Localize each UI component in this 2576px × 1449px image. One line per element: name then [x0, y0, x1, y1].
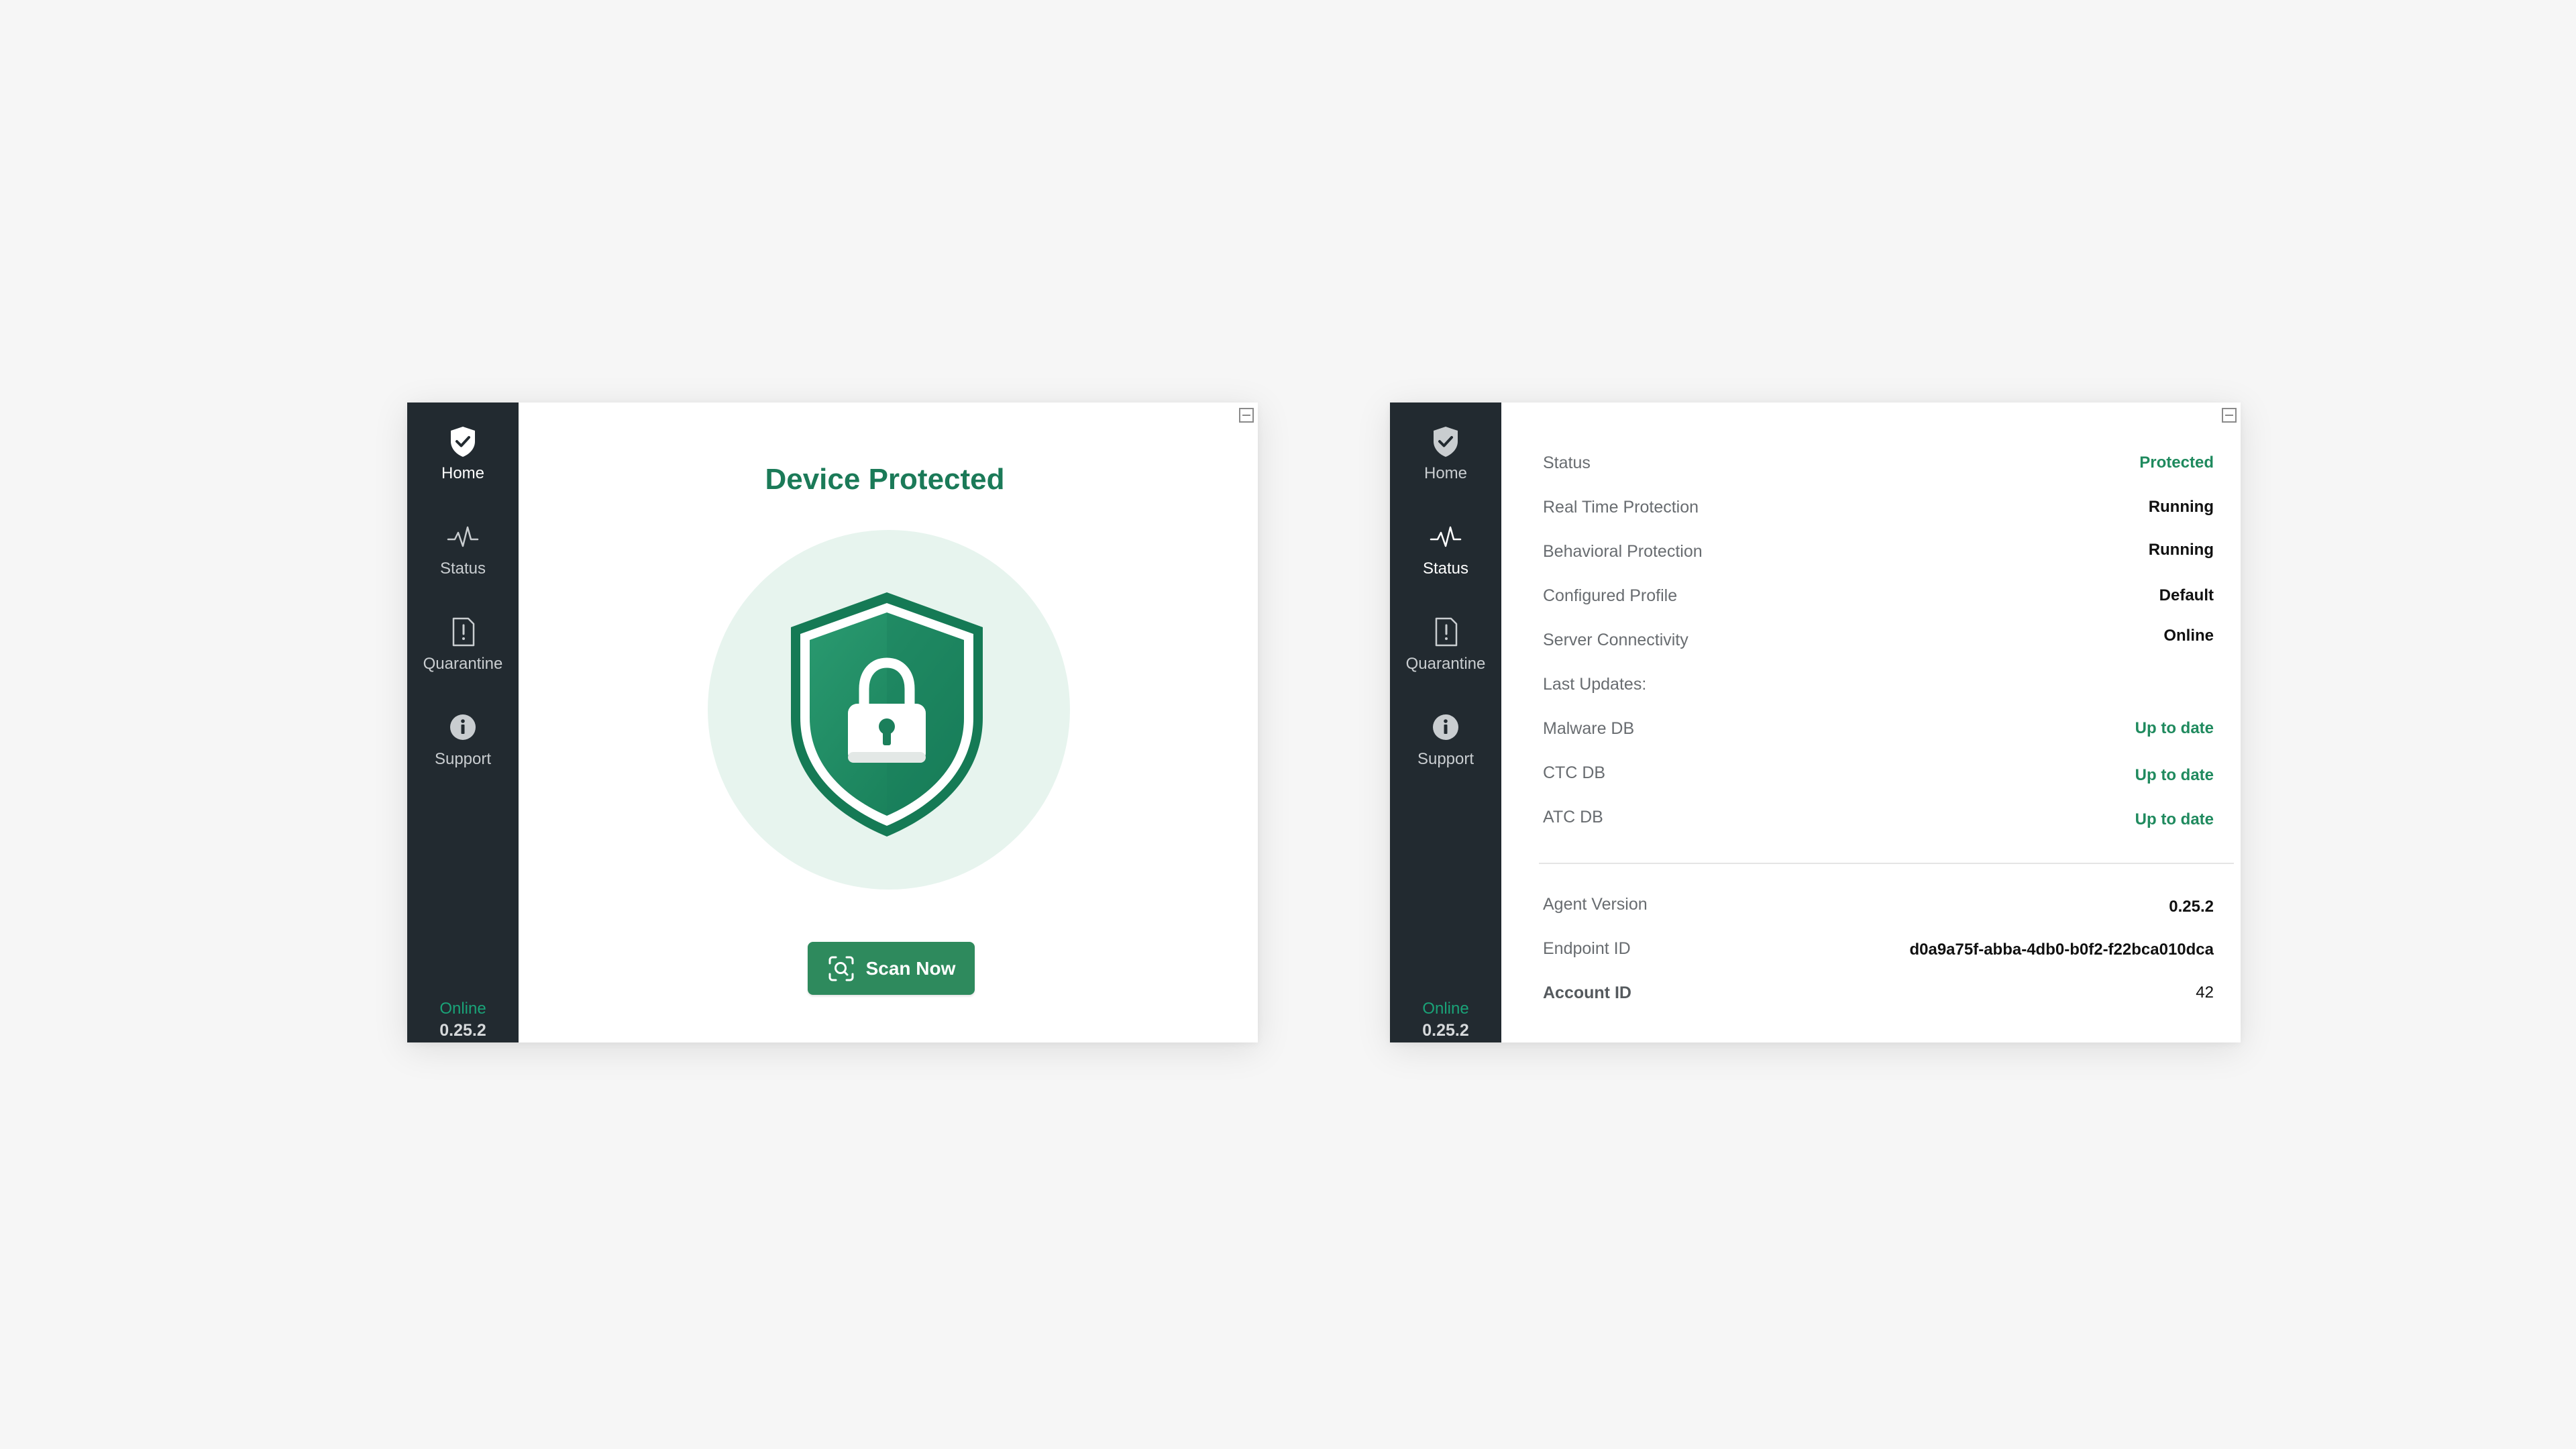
row-value: Up to date [2135, 719, 2214, 737]
file-alert-icon [1427, 613, 1464, 651]
row-label: Malware DB [1543, 719, 1635, 738]
info-row: Endpoint ID d0a9a75f-abba-4db0-b0f2-f22b… [1543, 939, 2214, 966]
sidebar-item-quarantine[interactable]: Quarantine [407, 593, 519, 680]
row-value: Protected [2139, 453, 2214, 472]
sidebar-item-label: Status [1422, 559, 1469, 578]
shield-lock-icon [791, 592, 983, 837]
minimize-button[interactable] [2222, 408, 2237, 423]
status-window: Home Status Quarantine Support Online 0.… [1390, 402, 2241, 1042]
info-row: Account ID 42 [1543, 983, 2214, 1010]
sidebar-item-label: Home [441, 464, 485, 482]
info-icon [444, 708, 482, 746]
sidebar-item-quarantine[interactable]: Quarantine [1390, 593, 1501, 680]
shield-check-icon [1427, 423, 1464, 460]
row-label: Account ID [1543, 983, 1631, 1002]
pulse-icon [1427, 518, 1464, 555]
shield-check-icon [444, 423, 482, 460]
status-row: ATC DB Up to date [1543, 808, 2214, 835]
sidebar-item-label: Support [434, 750, 492, 768]
sidebar-item-label: Home [1424, 464, 1468, 482]
status-row: Server Connectivity Online [1543, 627, 2214, 657]
version-label: 0.25.2 [439, 1021, 486, 1040]
row-label: CTC DB [1543, 763, 1606, 782]
sidebar-item-status[interactable]: Status [1390, 498, 1501, 585]
sidebar-item-status[interactable]: Status [407, 498, 519, 585]
row-label: Agent Version [1543, 895, 1648, 914]
minimize-button[interactable] [1239, 408, 1254, 423]
sidebar-footer: Online 0.25.2 [407, 998, 519, 1041]
sidebar-item-support[interactable]: Support [407, 688, 519, 775]
row-label: Endpoint ID [1543, 939, 1631, 958]
endpoint-id: d0a9a75f-abba-4db0-b0f2-f22bca010dca [1909, 941, 2214, 959]
page-title: Device Protected [765, 463, 1005, 496]
row-label: Status [1543, 453, 1591, 472]
sidebar-item-label: Quarantine [423, 655, 503, 673]
sidebar-item-label: Status [439, 559, 486, 578]
connection-status: Online [439, 1000, 486, 1018]
sidebar: Home Status Quarantine Support Online 0.… [407, 402, 519, 1042]
sidebar-item-home[interactable]: Home [1390, 402, 1501, 490]
sidebar-footer: Online 0.25.2 [1390, 998, 1501, 1041]
row-label: ATC DB [1543, 808, 1603, 826]
sidebar-item-label: Support [1417, 750, 1474, 768]
scan-now-button[interactable]: Scan Now [808, 942, 975, 995]
row-value: 0.25.2 [2169, 898, 2214, 916]
status-row: Configured Profile Default [1543, 586, 2214, 613]
row-value: Running [2148, 498, 2214, 516]
row-value: Online [2163, 627, 2214, 645]
scan-icon [828, 956, 854, 981]
row-value: Running [2148, 541, 2214, 559]
row-label: Configured Profile [1543, 586, 1678, 605]
sidebar-item-support[interactable]: Support [1390, 688, 1501, 775]
row-label: Last Updates: [1543, 675, 1647, 694]
info-icon [1427, 708, 1464, 746]
row-label: Real Time Protection [1543, 498, 1699, 517]
pulse-icon [444, 518, 482, 555]
divider [1539, 863, 2234, 864]
row-value: 42 [2196, 983, 2214, 1002]
file-alert-icon [444, 613, 482, 651]
row-value: Default [2159, 586, 2214, 604]
status-row: Malware DB Up to date [1543, 719, 2214, 746]
sidebar-item-home[interactable]: Home [407, 402, 519, 490]
sidebar: Home Status Quarantine Support Online 0.… [1390, 402, 1501, 1042]
home-window: Home Status Quarantine Support Online 0.… [407, 402, 1258, 1042]
row-value: Up to date [2135, 766, 2214, 784]
status-row: Last Updates: [1543, 675, 2214, 702]
scan-button-label: Scan Now [865, 957, 956, 979]
row-label: Behavioral Protection [1543, 542, 1703, 561]
sidebar-item-label: Quarantine [1405, 655, 1486, 673]
status-row: Status Protected [1543, 453, 2214, 480]
row-value: Up to date [2135, 810, 2214, 828]
status-row: CTC DB Up to date [1543, 763, 2214, 790]
connection-status: Online [1422, 1000, 1469, 1018]
row-label: Server Connectivity [1543, 631, 1688, 649]
version-label: 0.25.2 [1422, 1021, 1469, 1040]
status-row: Real Time Protection Running [1543, 498, 2214, 525]
status-row: Behavioral Protection Running [1543, 541, 2214, 569]
info-row: Agent Version 0.25.2 [1543, 895, 2214, 922]
